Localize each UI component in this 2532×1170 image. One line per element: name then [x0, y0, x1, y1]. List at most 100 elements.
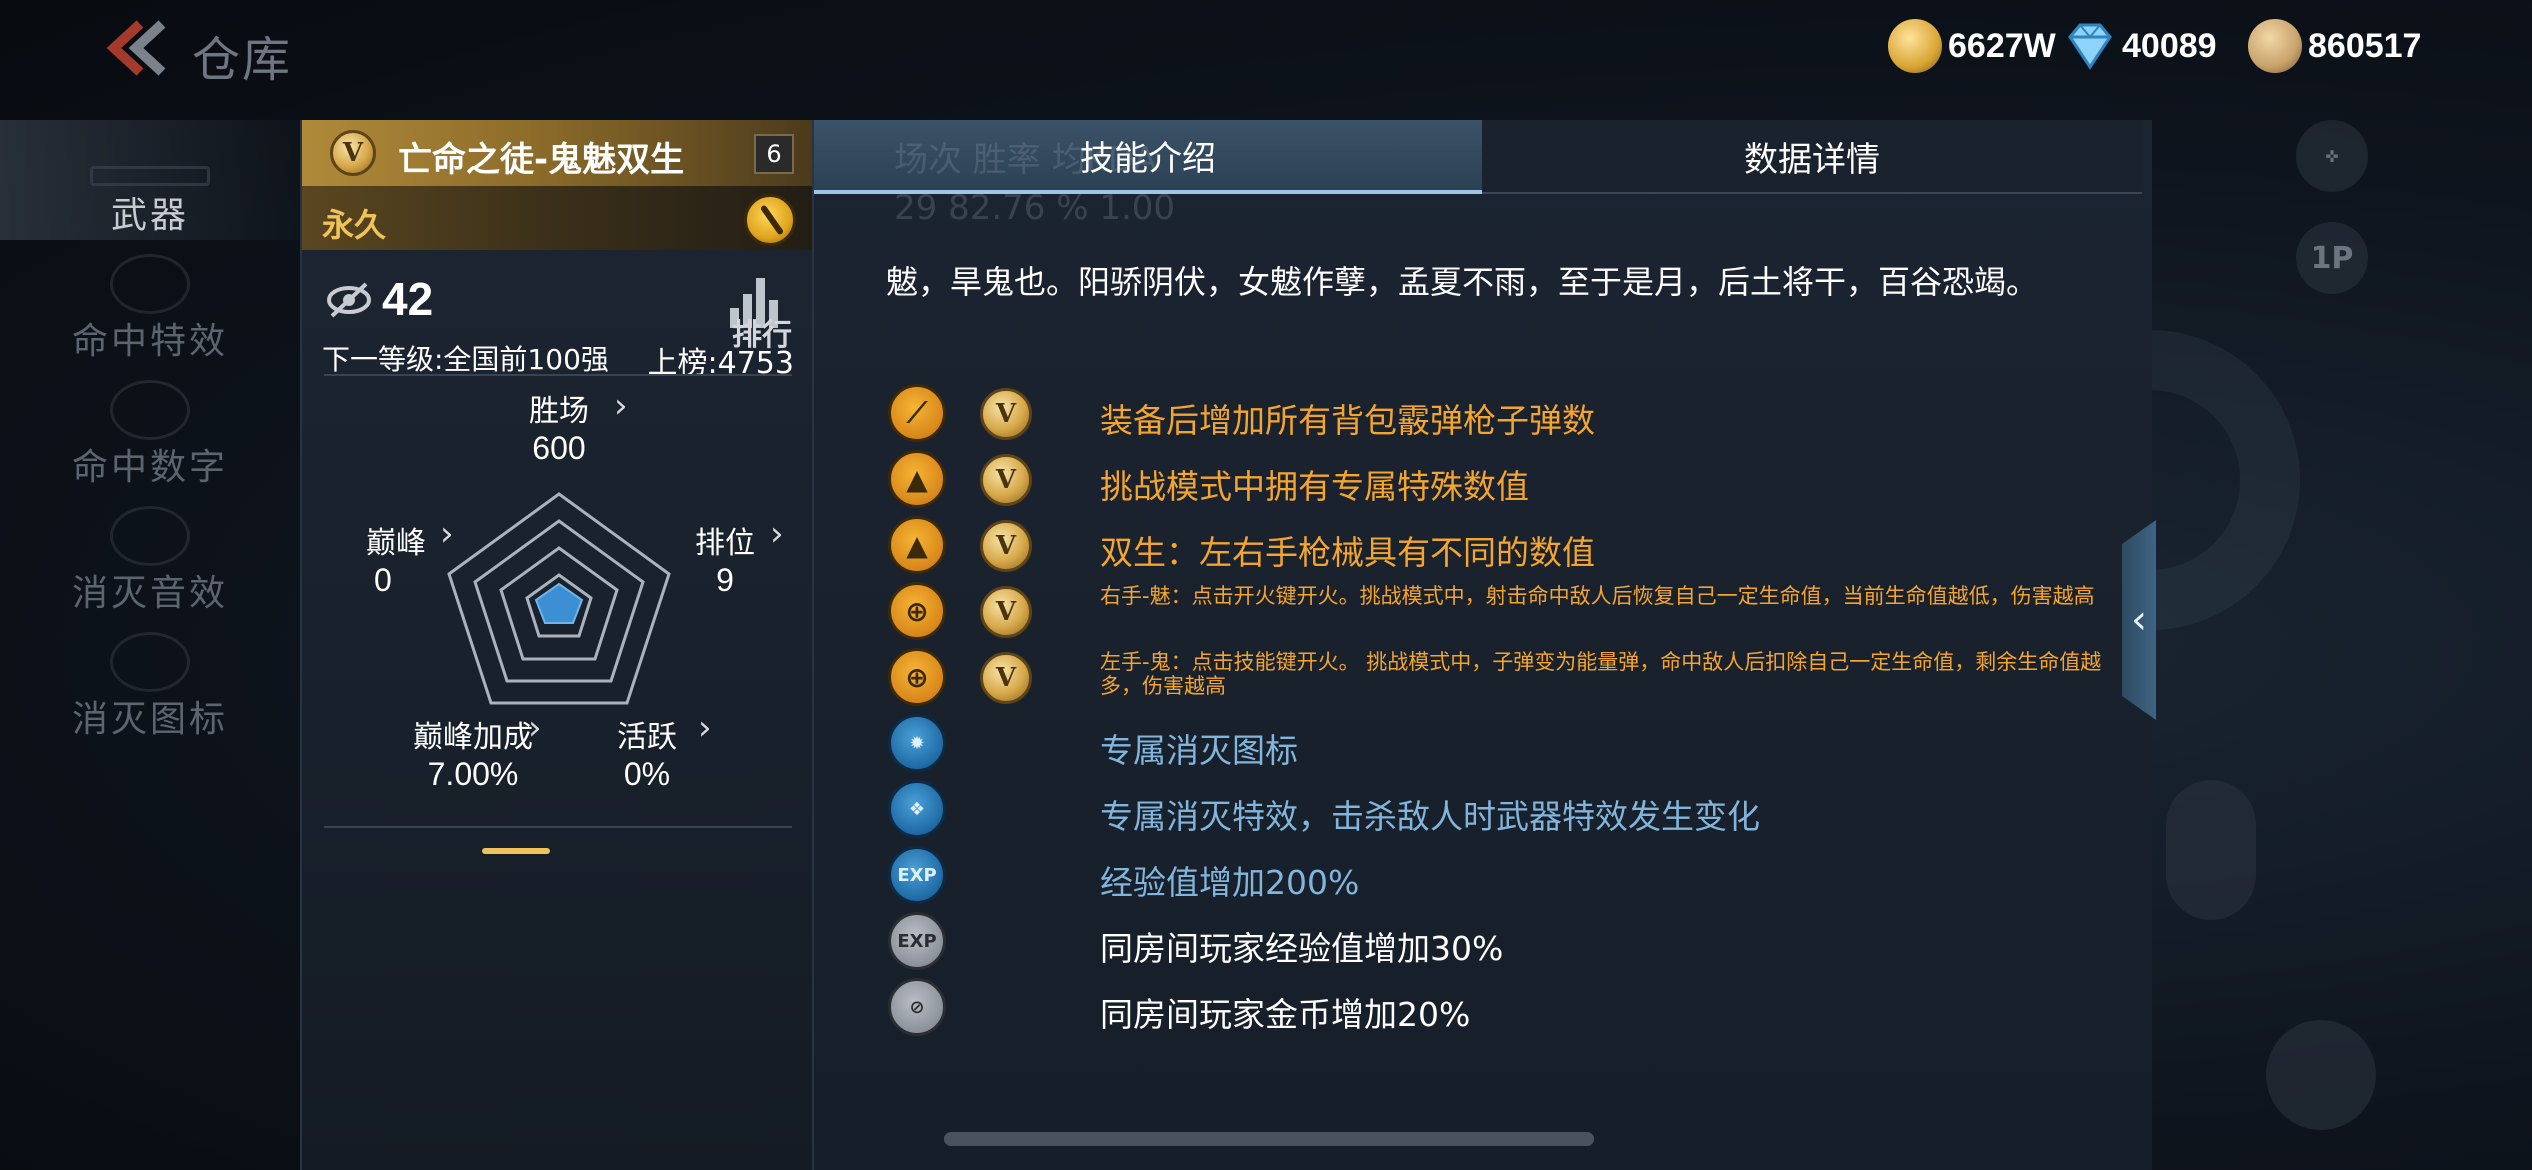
chevron-right-icon[interactable]: › — [614, 386, 628, 426]
nav-item-kill-icon[interactable]: 消灭图标 — [0, 622, 300, 742]
weapon-card-header: V 亡命之徒-鬼魅双生 6 永久 — [302, 120, 814, 250]
feature-item: ▲ V 挑战模式中拥有专属特殊数值 — [888, 450, 2128, 510]
stat-wins[interactable]: 胜场 600 — [512, 386, 606, 467]
feature-item: EXP 经验值增加200% — [888, 846, 2128, 906]
hit-number-icon — [110, 380, 190, 440]
v-rank-icon: V — [980, 586, 1032, 638]
stat-value: 600 — [532, 430, 586, 466]
currency-coin[interactable]: 860517 — [2248, 18, 2421, 74]
kill-icon-icon — [110, 632, 190, 692]
weapon-name: 亡命之徒-鬼魅双生 — [398, 140, 685, 180]
v-rank-icon: V — [330, 130, 376, 176]
feature-item: ⊕ V 左手-鬼：点击技能键开火。 挑战模式中，子弹变为能量弹，命中敌人后扣除自己一… — [888, 648, 2128, 708]
detail-tabs: 场次 胜率 均KDA 技能介绍 数据详情 — [814, 120, 2142, 194]
weapon-level: 6 — [754, 134, 794, 174]
exp-icon: EXP — [888, 846, 946, 904]
nav-item-weapon[interactable]: 武器 — [0, 120, 300, 240]
chevron-left-icon — [106, 20, 166, 76]
feature-text: 专属消灭特效，击杀敌人时武器特效发生变化 — [1100, 797, 1760, 836]
chevron-right-icon[interactable]: › — [440, 514, 454, 554]
nav-item-hit-effect[interactable]: 命中特效 — [0, 244, 300, 364]
gamepad-icon[interactable]: ✜ — [2296, 120, 2368, 192]
stat-label: 巅峰 — [366, 526, 426, 561]
nav-item-label: 消灭图标 — [71, 699, 228, 740]
kill-icon-icon: ✹ — [888, 714, 946, 772]
stat-label: 活跃 — [617, 720, 677, 755]
feature-text: 挑战模式中拥有专属特殊数值 — [1100, 467, 1529, 506]
horizontal-scrollbar[interactable] — [944, 1132, 1594, 1146]
feature-text: 同房间玩家金币增加20% — [1100, 995, 1471, 1034]
tab-data-detail[interactable]: 数据详情 — [1482, 120, 2142, 194]
diamond-icon — [2062, 19, 2116, 73]
chevron-right-icon[interactable]: › — [770, 514, 784, 554]
weapon-switch-icon[interactable] — [2266, 1020, 2376, 1130]
feature-text: 双生：左右手枪械具有不同的数值 — [1100, 533, 1595, 572]
feature-text: 左手-鬼：点击技能键开火。 挑战模式中，子弹变为能量弹，命中敌人后扣除自己一定生… — [1100, 650, 2102, 698]
nav-item-label: 命中特效 — [71, 321, 228, 362]
coin-icon — [2248, 19, 2302, 73]
stat-value: 9 — [716, 562, 734, 598]
kill-effect-icon: ❖ — [888, 780, 946, 838]
bullet-icon[interactable] — [2166, 780, 2256, 920]
nav-item-kill-sound[interactable]: 消灭音效 — [0, 496, 300, 616]
feature-text: 装备后增加所有背包霰弹枪子弹数 — [1100, 401, 1595, 440]
currency-diamond[interactable]: 40089 — [2062, 18, 2217, 74]
challenge-icon: ▲ — [888, 516, 946, 574]
challenge-icon: ▲ — [888, 450, 946, 508]
gold-bar-icon — [1888, 19, 1942, 73]
exp-icon: EXP — [888, 912, 946, 970]
back-button[interactable] — [100, 18, 170, 82]
detail-panel: 场次 胜率 均KDA 技能介绍 数据详情 29 82.76 % 1.00 魃，旱… — [812, 120, 2152, 1170]
feature-item: ✹ 专属消灭图标 — [888, 714, 2128, 774]
feature-text: 专属消灭图标 — [1100, 731, 1298, 770]
tab-label: 技能介绍 — [1080, 138, 1216, 179]
weapon-card: V 亡命之徒-鬼魅双生 6 永久 42 排行 下一等级:全国前100强 上榜:4… — [300, 120, 814, 1170]
coin-amount: 860517 — [2308, 26, 2422, 65]
stat-position[interactable]: 排位 9 — [688, 518, 762, 599]
collapse-panel-button[interactable]: ‹ — [2122, 520, 2156, 720]
divider — [324, 826, 792, 828]
nav-item-label: 武器 — [110, 195, 189, 236]
divider — [324, 374, 792, 376]
feature-item: ⟋ V 装备后增加所有背包霰弹枪子弹数 — [888, 384, 2128, 444]
rifle-icon — [90, 166, 210, 186]
feature-text: 经验值增加200% — [1100, 863, 1360, 902]
crosshair-icon: ⊕ — [888, 648, 946, 706]
chevron-right-icon[interactable]: › — [528, 708, 542, 748]
v-rank-icon: V — [980, 388, 1032, 440]
stat-value: 7.00% — [427, 756, 519, 792]
weapon-description: 魃，旱鬼也。阳骄阴伏，女魃作孽，孟夏不雨，至于是月，后土将干，百谷恐竭。 — [886, 263, 2039, 301]
tab-label: 数据详情 — [1744, 139, 1880, 180]
nav-item-hit-number[interactable]: 命中数字 — [0, 370, 300, 490]
diamond-amount: 40089 — [2122, 26, 2217, 65]
feature-text: 同房间玩家经验值增加30% — [1100, 929, 1504, 968]
hit-effect-icon — [110, 254, 190, 314]
nav-item-label: 消灭音效 — [71, 573, 228, 614]
duration-label: 永久 — [322, 206, 387, 244]
rank-section: 42 排行 下一等级:全国前100强 上榜:4753 — [322, 268, 794, 381]
stats-radar: 胜场 600 › 巅峰 0 › 排位 9 › 巅峰加成 7.00% › 活跃 0… — [322, 386, 794, 940]
coin-icon: ⊘ — [888, 978, 946, 1036]
feature-item: ⊘ 同房间玩家金币增加20% — [888, 978, 2128, 1038]
page-indicator — [482, 848, 550, 854]
feature-item: ▲ V 双生：左右手枪械具有不同的数值 — [888, 516, 2128, 576]
stat-active[interactable]: 活跃 0% — [612, 712, 682, 793]
rank-score: 42 — [382, 273, 434, 325]
top-bar: 仓库 6627W 40089 860517 — [0, 0, 2532, 100]
feature-item: ⊕ V 右手-魅：点击开火键开火。挑战模式中，射击命中敌人后恢复自己一定生命值，当前… — [888, 582, 2128, 642]
page-title: 仓库 — [192, 32, 293, 88]
kill-sound-icon — [110, 506, 190, 566]
chevron-right-icon[interactable]: › — [698, 708, 712, 748]
currency-gold[interactable]: 6627W — [1888, 18, 2056, 74]
next-level-text: 下一等级:全国前100强 — [322, 343, 609, 376]
feature-text: 右手-魅：点击开火键开火。挑战模式中，射击命中敌人后恢复自己一定生命值，当前生命… — [1100, 584, 2095, 608]
shotgun-icon: ⟋ — [888, 384, 946, 442]
stat-value: 0 — [374, 562, 392, 598]
stat-peak[interactable]: 巅峰 0 — [356, 518, 436, 599]
1p-icon[interactable]: 1P — [2296, 222, 2368, 294]
permanent-icon — [744, 194, 796, 246]
tab-skill-intro[interactable]: 场次 胜率 均KDA 技能介绍 — [814, 120, 1482, 194]
stat-peak-bonus[interactable]: 巅峰加成 7.00% — [408, 712, 538, 793]
v-rank-icon: V — [980, 520, 1032, 572]
nav-item-label: 命中数字 — [71, 447, 228, 488]
